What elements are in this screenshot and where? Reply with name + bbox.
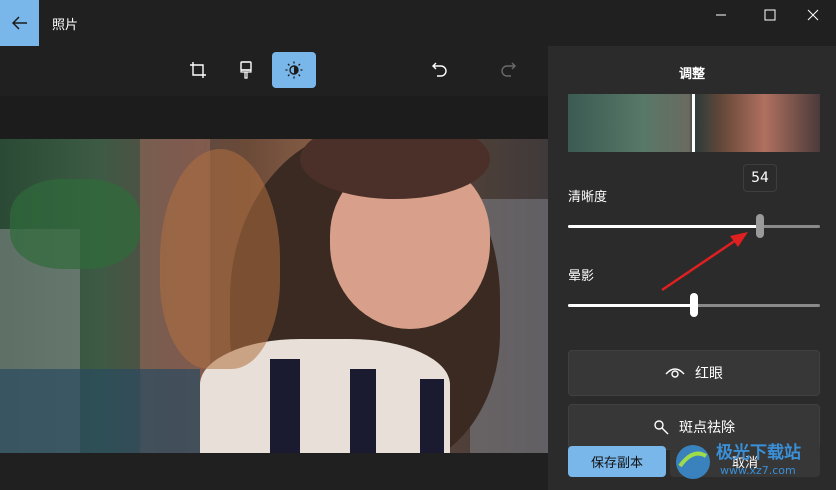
compare-preview[interactable]	[568, 94, 820, 152]
adjust-tool-button[interactable]	[272, 52, 316, 88]
edit-toolbar	[0, 46, 548, 96]
canvas-footer	[0, 453, 548, 490]
vignette-label: 晕影	[568, 269, 595, 284]
eye-icon	[665, 368, 685, 378]
redo-icon	[501, 62, 516, 77]
vignette-slider-thumb[interactable]	[690, 293, 698, 317]
brightness-icon	[285, 61, 303, 79]
clarity-slider-fill	[568, 225, 760, 228]
clarity-label: 清晰度	[568, 190, 608, 205]
arrow-left-icon	[11, 16, 27, 30]
clarity-slider[interactable]	[568, 214, 820, 238]
red-eye-label: 红眼	[695, 366, 723, 382]
maximize-icon	[764, 9, 776, 21]
title-bar: 照片	[0, 0, 836, 46]
maximize-button[interactable]	[747, 0, 793, 30]
red-eye-button[interactable]: 红眼	[568, 350, 820, 396]
cancel-button[interactable]: 取消	[670, 446, 820, 477]
vignette-slider-fill	[568, 304, 694, 307]
crop-tool-button[interactable]	[176, 52, 220, 88]
undo-button[interactable]	[418, 52, 462, 88]
compare-divider[interactable]	[692, 94, 695, 152]
crop-icon	[190, 62, 206, 78]
vignette-slider[interactable]	[568, 293, 820, 317]
app-title: 照片	[52, 18, 79, 33]
clarity-slider-thumb[interactable]	[756, 214, 764, 238]
spot-fix-button[interactable]: 斑点祛除	[568, 404, 820, 450]
close-button[interactable]	[790, 0, 836, 30]
markup-tool-button[interactable]	[224, 52, 268, 88]
redo-button[interactable]	[486, 52, 530, 88]
adjust-panel: 调整 54 清晰度 晕影 红眼 斑点祛除 保存副本 取消	[548, 46, 836, 490]
minimize-icon	[716, 14, 726, 16]
panel-title: 调整	[678, 67, 705, 82]
undo-icon	[432, 62, 447, 77]
spot-fix-icon	[654, 420, 669, 435]
close-icon	[807, 9, 819, 21]
minimize-button[interactable]	[698, 0, 744, 30]
slider-value-tooltip: 54	[743, 164, 777, 192]
photo-preview[interactable]	[0, 139, 548, 453]
spot-fix-label: 斑点祛除	[679, 420, 735, 436]
back-button[interactable]	[0, 0, 39, 46]
brush-icon	[240, 61, 252, 79]
save-copy-button[interactable]: 保存副本	[568, 446, 666, 477]
